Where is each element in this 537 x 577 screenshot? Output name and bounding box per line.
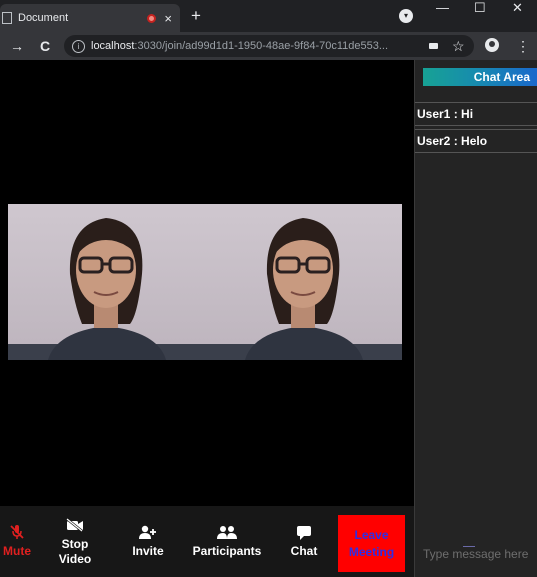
close-tab-button[interactable]: × (164, 12, 172, 25)
tab-search-icon[interactable]: ▾ (399, 9, 413, 23)
browser-menu-button[interactable]: ⋮ (516, 36, 530, 56)
reload-button[interactable]: C (40, 36, 50, 56)
profile-avatar-icon[interactable] (485, 38, 499, 52)
chat-message-input[interactable]: Type message here (423, 540, 537, 568)
chat-message: User1 : Hi (415, 102, 537, 126)
participant-video-frame (205, 218, 402, 360)
leave-label-line1: Leave (354, 527, 389, 542)
chat-message: User2 : Helo (415, 129, 537, 153)
maximize-button[interactable]: ☐ (474, 0, 486, 16)
stop-video-label-line1: Stop (61, 536, 89, 551)
forward-button[interactable]: → (10, 36, 24, 56)
user-plus-icon (139, 524, 157, 540)
document-icon (2, 12, 12, 24)
close-window-button[interactable]: ✕ (512, 0, 523, 16)
mute-button[interactable]: Mute (0, 506, 34, 577)
browser-toolbar: → C i localhost:3030/join/ad99d1d1-1950-… (0, 32, 537, 60)
browser-tab[interactable]: Document × (0, 4, 180, 32)
video-slash-icon (66, 517, 84, 533)
video-stage (0, 60, 414, 506)
participant-video-frame (8, 218, 205, 360)
leave-label-line2: Meeting (348, 544, 395, 559)
users-icon (217, 524, 237, 540)
text-caret (463, 546, 475, 547)
leave-meeting-button[interactable]: Leave Meeting (338, 515, 405, 572)
tab-title: Document (18, 12, 69, 24)
recording-indicator-icon (147, 13, 157, 23)
chat-panel: Chat Area User1 : Hi User2 : Helo Type m… (414, 60, 537, 577)
browser-tabstrip: Document × + ▾ — ☐ ✕ (0, 0, 537, 32)
camera-in-use-icon[interactable] (429, 43, 438, 49)
url-path: :3030/join/ad99d1d1-1950-48ae-9f84-70c11… (134, 40, 389, 52)
invite-label: Invite (132, 544, 164, 558)
url-host: localhost (91, 40, 135, 52)
video-tile (8, 204, 205, 360)
invite-button[interactable]: Invite (124, 506, 172, 577)
stop-video-label-line2: Video (58, 551, 92, 566)
site-info-icon[interactable]: i (72, 39, 85, 53)
minimize-button[interactable]: — (436, 0, 449, 16)
video-tile (205, 204, 402, 360)
mute-label: Mute (3, 544, 31, 558)
microphone-slash-icon (9, 524, 25, 540)
chat-button[interactable]: Chat (284, 506, 324, 577)
address-bar[interactable]: i localhost:3030/join/ad99d1d1-1950-48ae… (64, 35, 474, 57)
url-text: localhost:3030/join/ad99d1d1-1950-48ae-9… (91, 40, 411, 52)
chat-header: Chat Area (423, 68, 537, 86)
comment-icon (296, 524, 312, 540)
video-grid (8, 204, 402, 360)
participants-button[interactable]: Participants (186, 506, 268, 577)
bookmark-star-icon[interactable]: ☆ (452, 36, 465, 56)
participants-label: Participants (192, 544, 262, 558)
chat-label: Chat (290, 544, 318, 558)
stop-video-button[interactable]: Stop Video (52, 506, 98, 577)
chat-input-placeholder: Type message here (423, 547, 529, 561)
new-tab-button[interactable]: + (191, 6, 201, 26)
